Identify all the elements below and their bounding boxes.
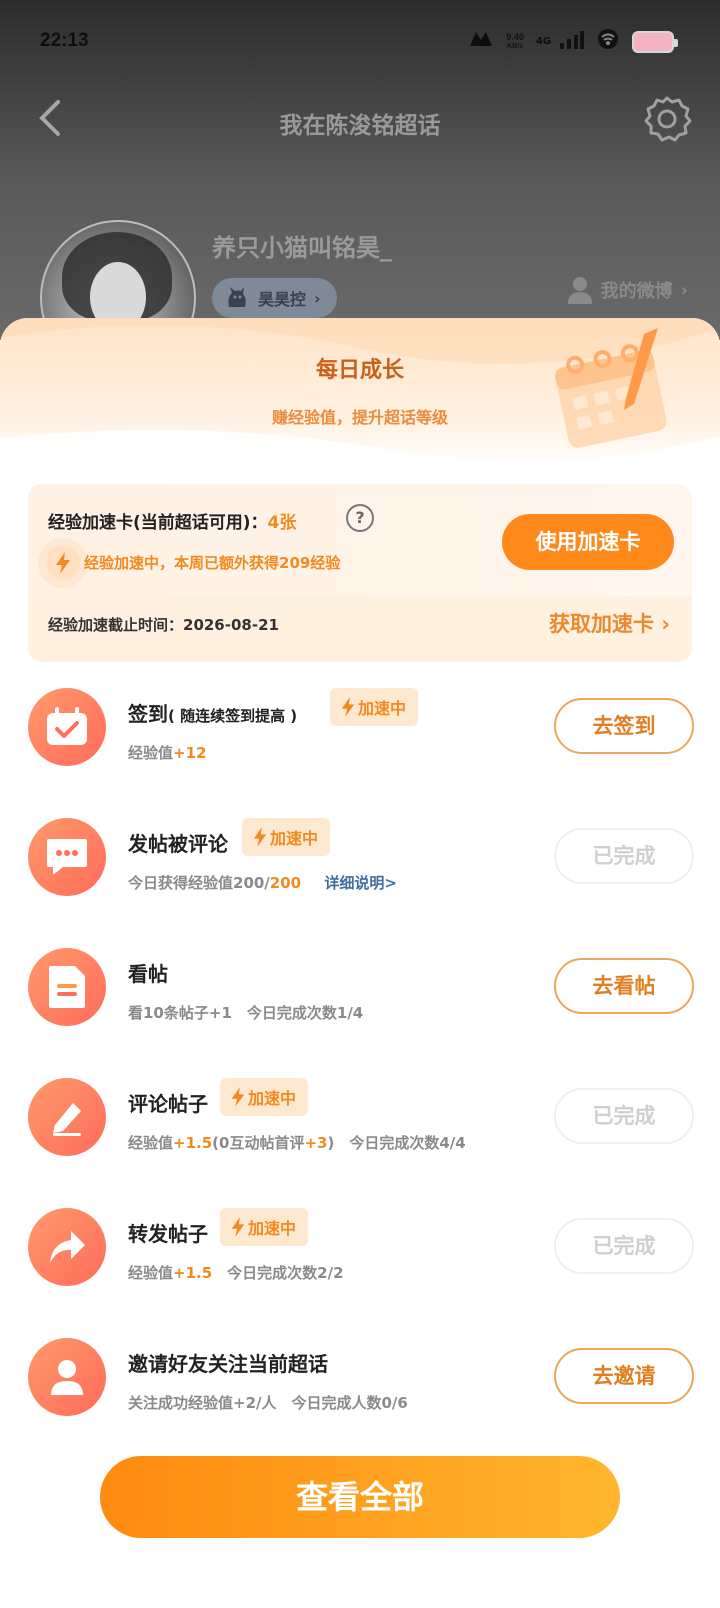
task-title: 看帖 (128, 962, 168, 986)
boost-tag-label: 加速中 (248, 1089, 297, 1108)
task-title: 发帖被评论 (128, 832, 228, 856)
person-icon (28, 1338, 106, 1416)
sign-in-button[interactable]: 去签到 (554, 698, 694, 754)
share-arrow-icon (28, 1208, 106, 1286)
task-desc: 看10条帖子+1 今日完成次数1/4 (128, 1004, 364, 1022)
page-title: 我在陈浚铭超话 (279, 113, 441, 139)
task-title: 邀请好友关注当前超话 (128, 1352, 328, 1376)
boost-tag-label: 加速中 (270, 829, 319, 848)
task-row-repost: 转发帖子 加速中 经验值+1.5 今日完成次数2/2 已完成 (0, 1204, 720, 1314)
boost-tag-label: 加速中 (248, 1219, 297, 1238)
task-title: 签到( 随连续签到提高 ) (128, 698, 297, 727)
task-desc-text: 今日获得经验值200/ (128, 874, 270, 892)
task-desc-rest: 今日完成次数2/2 (212, 1264, 344, 1282)
my-weibo-label: 我的微博 (600, 281, 673, 302)
task-hint: ( 随连续签到提高 ) (168, 707, 298, 725)
signal-icon: 4G (536, 30, 584, 54)
chevron-right-icon: › (314, 288, 321, 308)
status-bar: 22:13 9.40 KB/s 4G (0, 0, 720, 80)
completed-button[interactable]: 已完成 (554, 1088, 694, 1144)
network-type: 4G (535, 35, 552, 47)
task-desc: 经验值+1.5 今日完成次数2/2 (128, 1262, 344, 1283)
task-desc-highlight-2: +3 (304, 1134, 328, 1152)
sheet-subtitle: 赚经验值，提升超话等级 (271, 408, 448, 427)
task-desc-highlight: +12 (173, 744, 207, 762)
cat-icon (228, 287, 246, 307)
boost-status-text: 经验加速中，本周已额外获得209经验 (84, 554, 341, 572)
task-desc-highlight: 200 (269, 874, 302, 892)
wifi-icon (596, 28, 620, 55)
sheet-header: 每日成长 赚经验值，提升超话等级 (0, 318, 720, 468)
status-icons: 9.40 KB/s 4G (468, 28, 678, 55)
task-desc: 经验值+12 (128, 742, 206, 763)
my-weibo-link[interactable]: 我的微博 › (567, 276, 688, 304)
app-notification-icon (468, 28, 494, 55)
task-desc-text: 经验值 (128, 744, 174, 762)
user-icon (567, 277, 592, 304)
task-title: 评论帖子 (128, 1092, 208, 1116)
help-icon[interactable]: ? (346, 504, 374, 532)
nav-bar: 我在陈浚铭超话 (0, 90, 720, 150)
boost-card-label: 经验加速卡(当前超话可用)：4张 (48, 508, 296, 533)
lightning-icon (231, 1217, 245, 1237)
lightning-icon (341, 697, 355, 717)
document-icon (28, 948, 106, 1026)
lightning-icon (231, 1087, 245, 1107)
task-desc-highlight: +1.5 (173, 1134, 213, 1152)
invite-button[interactable]: 去邀请 (554, 1348, 694, 1404)
network-speed: 9.40 KB/s (506, 32, 524, 52)
daily-growth-sheet: 每日成长 赚经验值，提升超话等级 经验加速卡(当前超话可用)：4张 ? 经验加速… (0, 318, 720, 1608)
lightning-icon (46, 546, 80, 580)
task-desc: 今日获得经验值200/200 详细说明> (128, 872, 397, 893)
calendar-icon (555, 328, 667, 448)
task-row-invite-friends: 邀请好友关注当前超话 关注成功经验值+2/人 今日完成人数0/6 去邀请 (0, 1334, 720, 1444)
chevron-right-icon: › (680, 279, 688, 301)
get-boost-card-label: 获取加速卡 (549, 612, 655, 636)
fan-badge[interactable]: 昊昊控 › (212, 278, 337, 318)
gear-icon (644, 96, 692, 142)
view-all-button[interactable]: 查看全部 (100, 1456, 620, 1538)
boost-label-text: 经验加速卡(当前超话可用)： (48, 513, 268, 533)
use-boost-card-button[interactable]: 使用加速卡 (502, 514, 674, 570)
sheet-title: 每日成长 (315, 358, 404, 383)
task-desc-rest: ) 今日完成次数4/4 (327, 1134, 466, 1152)
task-title-text: 签到 (128, 702, 168, 726)
speed-unit: KB/s (507, 42, 524, 50)
task-desc: 经验值+1.5(0互动帖首评+3) 今日完成次数4/4 (128, 1132, 466, 1153)
chevron-right-icon: › (661, 612, 670, 636)
lightning-icon (253, 827, 267, 847)
status-time: 22:13 (40, 30, 89, 51)
task-desc-text: 经验值 (128, 1134, 174, 1152)
fan-badge-label: 昊昊控 (258, 290, 307, 309)
chat-bubble-icon (28, 818, 106, 896)
username: 养只小猫叫铭昊_ (212, 234, 392, 262)
boost-card: 经验加速卡(当前超话可用)：4张 ? 经验加速中，本周已额外获得209经验 使用… (28, 484, 692, 662)
boost-tag: 加速中 (242, 818, 331, 856)
battery-icon (632, 30, 678, 53)
speed-value: 9.40 (506, 31, 524, 42)
completed-button[interactable]: 已完成 (554, 828, 694, 884)
boost-tag: 加速中 (330, 688, 419, 726)
task-desc-highlight: +1.5 (173, 1264, 213, 1282)
task-row-sign-in: 签到( 随连续签到提高 ) 加速中 经验值+12 去签到 (0, 684, 720, 794)
calendar-check-icon (28, 688, 106, 766)
task-title: 转发帖子 (128, 1222, 208, 1246)
completed-button[interactable]: 已完成 (554, 1218, 694, 1274)
boost-tag-label: 加速中 (358, 699, 407, 718)
task-desc-text: 经验值 (128, 1264, 174, 1282)
settings-button[interactable] (640, 92, 694, 146)
boost-tag: 加速中 (220, 1078, 309, 1116)
task-row-view-posts: 看帖 看10条帖子+1 今日完成次数1/4 去看帖 (0, 944, 720, 1054)
get-boost-card-link[interactable]: 获取加速卡 › (549, 608, 670, 638)
task-desc: 关注成功经验值+2/人 今日完成人数0/6 (128, 1394, 408, 1412)
task-row-post-commented: 发帖被评论 加速中 今日获得经验值200/200 详细说明> 已完成 (0, 814, 720, 924)
boost-tag: 加速中 (220, 1208, 309, 1246)
boost-card-count: 4张 (267, 513, 297, 533)
view-posts-button[interactable]: 去看帖 (554, 958, 694, 1014)
details-link[interactable]: 详细说明> (324, 874, 397, 892)
task-desc-mid: (0互动帖首评 (212, 1134, 305, 1152)
edit-pen-icon (28, 1078, 106, 1156)
task-row-comment-posts: 评论帖子 加速中 经验值+1.5(0互动帖首评+3) 今日完成次数4/4 已完成 (0, 1074, 720, 1184)
boost-deadline: 经验加速截止时间：2026-08-21 (48, 616, 279, 634)
